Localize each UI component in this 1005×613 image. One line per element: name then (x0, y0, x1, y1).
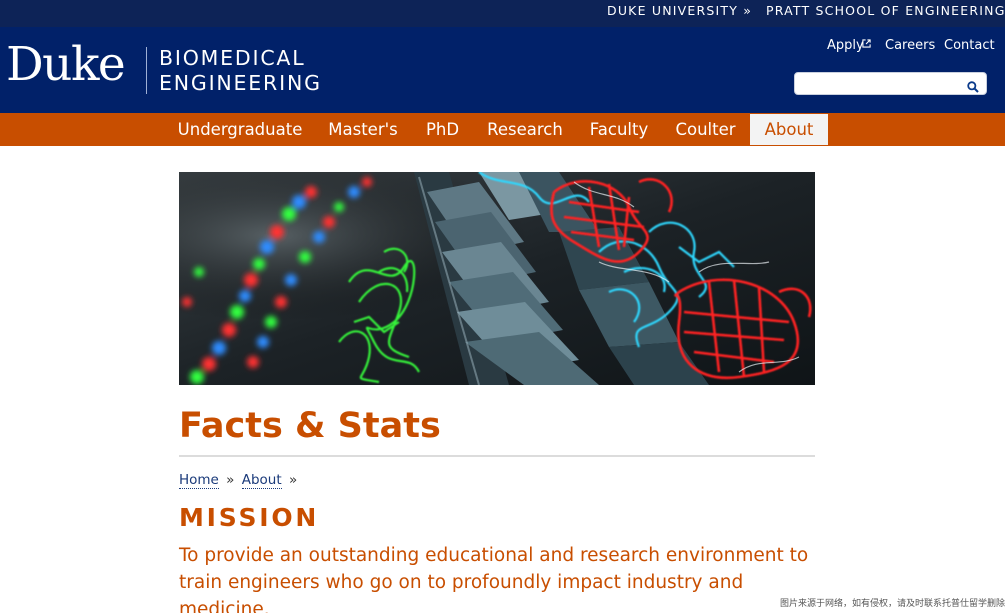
page-title: Facts & Stats (179, 406, 441, 446)
hero-image (179, 172, 815, 385)
apply-link[interactable]: Apply (827, 38, 864, 53)
breadcrumb-about[interactable]: About (241, 472, 282, 489)
nav-item-undergraduate[interactable]: Undergraduate (171, 113, 309, 146)
careers-link[interactable]: Careers (885, 38, 935, 53)
breadcrumb: Home » About » (179, 472, 300, 489)
nav-item-phd[interactable]: PhD (417, 113, 468, 146)
department-line-1: BIOMEDICAL (159, 46, 306, 70)
nav-item-coulter[interactable]: Coulter (666, 113, 745, 146)
contact-link[interactable]: Contact (944, 38, 995, 53)
department-line-2: ENGINEERING (159, 71, 322, 95)
breadcrumb-separator: » (226, 472, 235, 488)
nav-item-masters[interactable]: Master's (319, 113, 407, 146)
breadcrumb-home[interactable]: Home (179, 472, 219, 489)
main-nav: Undergraduate Master's PhD Research Facu… (0, 113, 1005, 146)
search-box (794, 72, 987, 95)
search-input[interactable] (801, 75, 961, 93)
image-source-watermark: 图片来源于网络，如有侵权，请及时联系托普仕留学删除 (779, 599, 1005, 609)
pratt-school-link[interactable]: PRATT SCHOOL OF ENGINEERING » (766, 3, 1005, 18)
mission-heading: MISSION (179, 503, 320, 532)
duke-university-link[interactable]: DUKE UNIVERSITY » (607, 3, 752, 18)
title-divider (179, 455, 815, 457)
site-header: Duke BIOMEDICAL ENGINEERING Apply Career… (0, 27, 1005, 113)
nav-item-faculty[interactable]: Faculty (582, 113, 656, 146)
nav-item-about[interactable]: About (750, 114, 828, 145)
search-icon[interactable] (967, 78, 979, 93)
duke-logo[interactable]: Duke (6, 41, 126, 88)
logo-divider (146, 47, 147, 94)
top-utility-bar: DUKE UNIVERSITY » PRATT SCHOOL OF ENGINE… (0, 0, 1005, 27)
mission-statement: To provide an outstanding educational an… (179, 545, 809, 613)
department-name[interactable]: BIOMEDICAL ENGINEERING (159, 46, 322, 96)
nav-item-research[interactable]: Research (478, 113, 572, 146)
breadcrumb-separator: » (288, 472, 298, 488)
external-link-icon (862, 39, 871, 51)
